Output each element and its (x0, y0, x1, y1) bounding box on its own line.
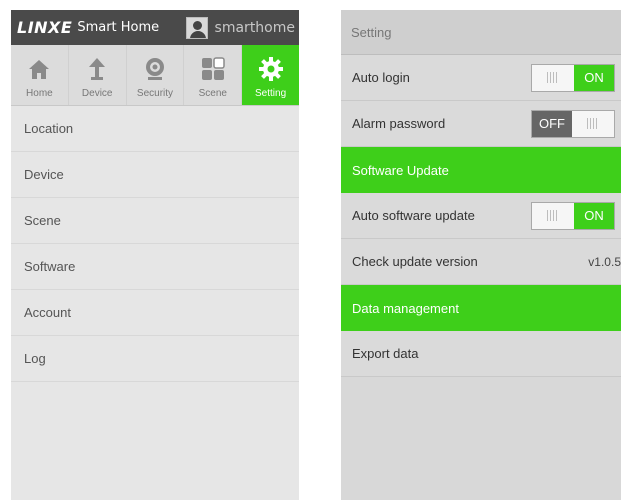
auto-login-row: Auto login ON (341, 55, 621, 101)
version-value: v1.0.5 (588, 254, 621, 269)
app-logo: LINXE (17, 18, 73, 37)
grip-icon (547, 210, 559, 221)
tab-bar: Home Device Security Scene Setting (11, 45, 299, 106)
check-update-row[interactable]: Check update version v1.0.5 (341, 239, 621, 285)
lamp-icon (89, 58, 106, 80)
export-data-label: Export data (352, 346, 419, 361)
tab-device[interactable]: Device (69, 45, 127, 105)
settings-menu-screen: LINXE Smart Home smarthome Home Device S… (11, 10, 299, 500)
gear-icon (258, 57, 283, 81)
avatar-icon (185, 16, 208, 39)
menu-item-software[interactable]: Software (11, 244, 299, 290)
menu-item-scene[interactable]: Scene (11, 198, 299, 244)
tab-label: Security (136, 88, 174, 99)
tab-home[interactable]: Home (11, 45, 69, 105)
tab-scene[interactable]: Scene (184, 45, 243, 105)
auto-software-update-label: Auto software update (352, 208, 475, 223)
tab-setting[interactable]: Setting (242, 45, 299, 105)
menu-item-log[interactable]: Log (11, 336, 299, 382)
toggle-state: OFF (532, 110, 572, 137)
user-profile[interactable]: smarthome (185, 10, 299, 45)
grip-icon (587, 118, 599, 129)
auto-login-toggle[interactable]: ON (531, 63, 615, 92)
menu-item-location[interactable]: Location (11, 106, 299, 152)
app-header: LINXE Smart Home smarthome (11, 10, 299, 45)
alarm-password-toggle[interactable]: OFF (531, 109, 615, 138)
grid-icon (201, 57, 225, 80)
menu-item-account[interactable]: Account (11, 290, 299, 336)
tab-label: Scene (198, 88, 227, 99)
auto-software-update-toggle[interactable]: ON (531, 201, 615, 230)
page-title: Setting (341, 10, 621, 55)
auto-software-update-row: Auto software update ON (341, 193, 621, 239)
alarm-password-row: Alarm password OFF (341, 101, 621, 147)
username: smarthome (214, 19, 295, 36)
tab-label: Device (81, 88, 113, 99)
toggle-state: ON (574, 64, 614, 91)
toggle-state: ON (574, 202, 614, 229)
data-management-header: Data management (341, 285, 621, 331)
alarm-password-label: Alarm password (352, 116, 446, 131)
tab-label: Home (26, 88, 53, 99)
house-icon (29, 60, 50, 79)
grip-icon (547, 72, 559, 83)
tab-label: Setting (255, 88, 287, 99)
tab-security[interactable]: Security (127, 45, 185, 105)
check-update-label: Check update version (352, 254, 478, 269)
app-logo-subtitle: Smart Home (77, 20, 160, 35)
toggle-knob (532, 202, 574, 229)
toggle-knob (532, 64, 574, 91)
menu-item-device[interactable]: Device (11, 152, 299, 198)
software-settings-screen: Setting Auto login ON Alarm password OFF… (341, 10, 621, 500)
export-data-row[interactable]: Export data (341, 331, 621, 377)
toggle-knob (572, 110, 614, 137)
camera-icon (145, 58, 164, 80)
auto-login-label: Auto login (352, 70, 410, 85)
software-update-header: Software Update (341, 147, 621, 193)
